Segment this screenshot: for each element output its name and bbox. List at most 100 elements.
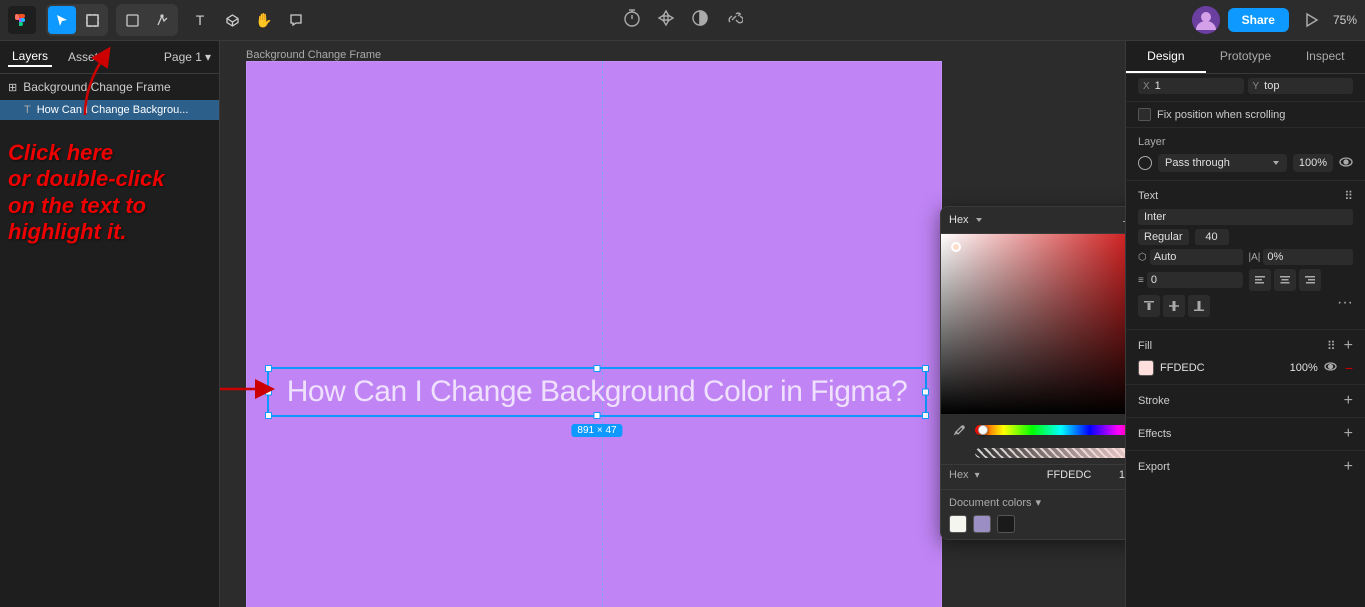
align-left-btn[interactable] xyxy=(1249,269,1271,291)
auto-tracking-row: ⬡ Auto |A| 0% xyxy=(1138,249,1353,265)
link-icon[interactable] xyxy=(725,9,743,32)
hue-thumb[interactable] xyxy=(978,425,988,435)
color-type-selector[interactable]: Hex xyxy=(949,214,983,226)
fill-remove-button[interactable]: − xyxy=(1345,361,1353,375)
color-gradient[interactable] xyxy=(941,234,1125,414)
doc-colors-label[interactable]: Document colors ▾ xyxy=(949,496,1125,509)
zoom-label[interactable]: 75% xyxy=(1333,13,1357,27)
avatar[interactable] xyxy=(1192,6,1220,34)
annotation-text: Click here or double-click on the text t… xyxy=(0,140,219,246)
opacity-slider[interactable] xyxy=(975,448,1125,458)
font-weight-row: Regular 40 xyxy=(1138,229,1353,245)
figma-logo[interactable] xyxy=(8,6,36,34)
color-panel-minimize[interactable]: – xyxy=(1123,213,1125,227)
hue-slider[interactable] xyxy=(975,425,1125,435)
fill-opacity-value[interactable]: 100% xyxy=(1284,362,1318,374)
contrast-icon[interactable] xyxy=(691,9,709,32)
plugin-icon[interactable] xyxy=(657,9,675,32)
frame-background[interactable] xyxy=(246,61,942,607)
handle-mid-left[interactable] xyxy=(265,389,272,396)
handle-bottom-right[interactable] xyxy=(922,412,929,419)
timer-icon[interactable] xyxy=(623,9,641,32)
tracking-icon: |A| xyxy=(1249,252,1261,263)
leading-row: ≡ 0 xyxy=(1138,269,1353,291)
text-align-group xyxy=(1249,269,1354,291)
right-panel: Design Prototype Inspect X 1 Y top Fix p… xyxy=(1125,41,1365,607)
opacity-input[interactable]: 100% xyxy=(1293,154,1333,172)
leading-value[interactable]: 0 xyxy=(1147,272,1243,288)
handle-mid-right[interactable] xyxy=(922,389,929,396)
valign-bottom-btn[interactable] xyxy=(1188,295,1210,317)
blend-circle-icon xyxy=(1138,156,1152,170)
add-fill-button[interactable]: + xyxy=(1344,338,1353,354)
canvas-area[interactable]: Background Change Frame How Can I Change… xyxy=(220,41,1125,607)
hand-tool[interactable]: ✋ xyxy=(250,6,278,34)
comment-tool[interactable] xyxy=(282,6,310,34)
toolbar-center xyxy=(623,9,743,32)
tab-inspect[interactable]: Inspect xyxy=(1285,41,1365,73)
share-button[interactable]: Share xyxy=(1228,8,1289,32)
tracking-value[interactable]: 0% xyxy=(1263,249,1353,265)
text-section-header: Text ⠿ xyxy=(1138,189,1353,203)
frame-tool[interactable] xyxy=(78,6,106,34)
font-size[interactable]: 40 xyxy=(1195,229,1229,245)
blend-mode-selector[interactable]: Pass through xyxy=(1158,154,1287,172)
text-tool[interactable]: T xyxy=(186,6,214,34)
gradient-cursor[interactable] xyxy=(951,242,961,252)
handle-top-left[interactable] xyxy=(265,365,272,372)
auto-value[interactable]: Auto xyxy=(1150,249,1243,265)
shape-tool-group xyxy=(116,4,178,36)
hex-value[interactable]: FFDEDC xyxy=(1047,469,1113,481)
font-row: Inter xyxy=(1138,209,1353,225)
valign-top-btn[interactable] xyxy=(1138,295,1160,317)
fill-visibility-icon[interactable] xyxy=(1324,360,1337,376)
pen-tool[interactable] xyxy=(148,6,176,34)
page-selector[interactable]: Page 1 ▾ xyxy=(164,50,211,64)
text-more-btn[interactable]: ··· xyxy=(1337,295,1353,317)
handle-bottom-left[interactable] xyxy=(265,412,272,419)
fill-color-swatch[interactable] xyxy=(1138,360,1154,376)
handle-top-center[interactable] xyxy=(594,365,601,372)
valign-mid-btn[interactable] xyxy=(1163,295,1185,317)
swatch-dark[interactable] xyxy=(997,515,1015,533)
fill-grid-icon[interactable]: ⠿ xyxy=(1327,339,1336,353)
add-export-button[interactable]: + xyxy=(1344,459,1353,475)
fill-section: Fill ⠿ + FFDEDC 100% − xyxy=(1126,330,1365,385)
text-grid-icon[interactable]: ⠿ xyxy=(1344,189,1353,203)
component-tool[interactable] xyxy=(218,6,246,34)
play-button[interactable] xyxy=(1297,6,1325,34)
tab-layers[interactable]: Layers xyxy=(8,47,52,67)
main-area: Layers Assets Page 1 ▾ ⊞ Background Chan… xyxy=(0,41,1365,607)
annotation-container: Click here or double-click on the text t… xyxy=(0,120,219,226)
swatch-light[interactable] xyxy=(949,515,967,533)
add-stroke-button[interactable]: + xyxy=(1344,393,1353,409)
handle-bottom-center[interactable] xyxy=(594,412,601,419)
visibility-toggle[interactable] xyxy=(1339,155,1353,172)
fix-position-checkbox[interactable] xyxy=(1138,108,1151,121)
layer-row: Pass through 100% xyxy=(1138,154,1353,172)
text-selection-box[interactable]: How Can I Change Background Color in Fig… xyxy=(267,367,927,417)
handle-top-right[interactable] xyxy=(922,365,929,372)
swatch-purple[interactable] xyxy=(973,515,991,533)
hex-row: Hex ▾ FFDEDC 100% xyxy=(941,464,1125,489)
align-right-btn[interactable] xyxy=(1299,269,1321,291)
fill-hex-value[interactable]: FFDEDC xyxy=(1160,362,1278,374)
hue-row xyxy=(941,414,1125,446)
size-badge: 891 × 47 xyxy=(571,424,622,437)
shape-tool[interactable] xyxy=(118,6,146,34)
color-swatches xyxy=(949,515,1125,533)
frame-icon: ⊞ xyxy=(8,81,17,94)
font-name[interactable]: Inter xyxy=(1138,209,1353,225)
position-section: X 1 Y top xyxy=(1126,74,1365,102)
font-weight[interactable]: Regular xyxy=(1138,229,1189,245)
canvas-frame-label: Background Change Frame xyxy=(246,49,381,61)
tab-prototype[interactable]: Prototype xyxy=(1206,41,1286,73)
align-center-btn[interactable] xyxy=(1274,269,1296,291)
tab-design[interactable]: Design xyxy=(1126,41,1206,73)
layer-header: Layer xyxy=(1138,136,1353,148)
add-effect-button[interactable]: + xyxy=(1344,426,1353,442)
color-panel-controls: – × xyxy=(1123,213,1125,227)
move-tool[interactable] xyxy=(48,6,76,34)
eyedropper-button[interactable] xyxy=(949,420,969,440)
hex-opacity[interactable]: 100% xyxy=(1119,469,1125,481)
